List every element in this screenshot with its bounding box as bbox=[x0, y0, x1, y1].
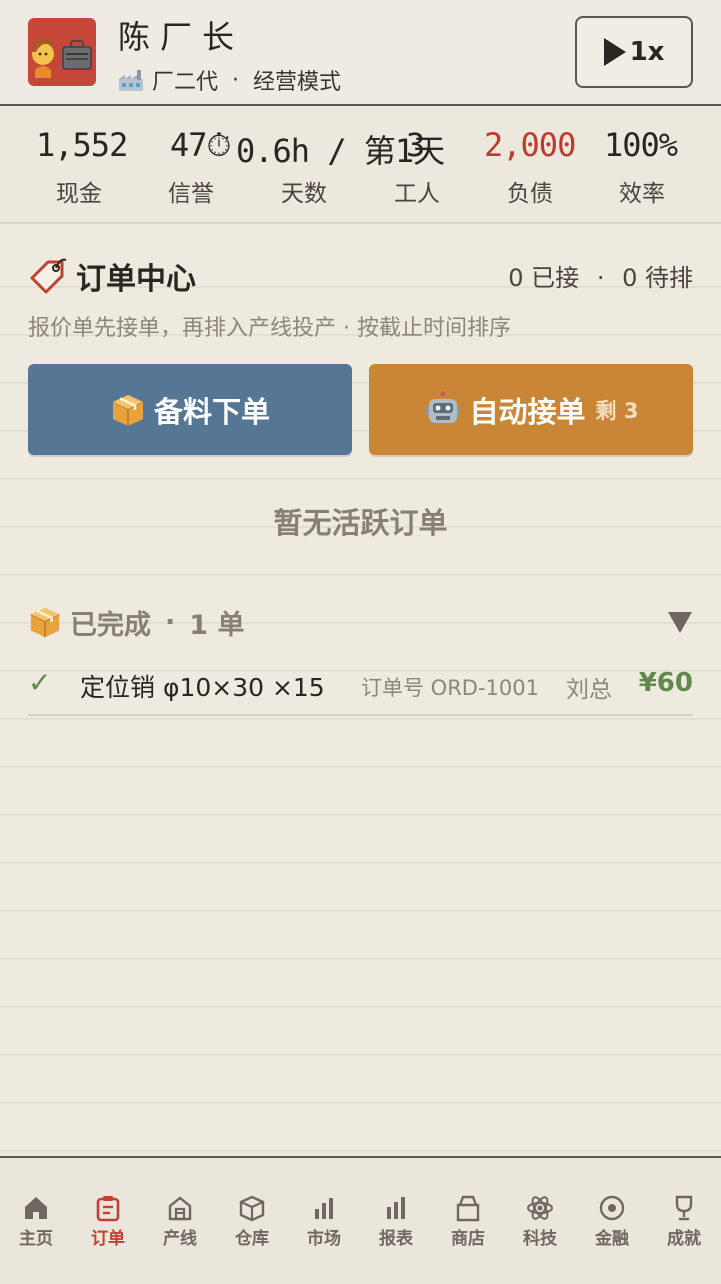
completed-count: 1 单 bbox=[189, 609, 245, 641]
tab-orders[interactable]: 订单 bbox=[72, 1194, 144, 1249]
bottom-tab-bar: 主页 订单 产线 仓库 市场 报表 商店 科技 金融 成就 bbox=[0, 1156, 721, 1284]
report-icon bbox=[387, 1197, 405, 1219]
auto-accept-label: 自动接单 bbox=[469, 394, 586, 429]
tab-label: 商店 bbox=[451, 1229, 485, 1249]
factory-icon bbox=[119, 70, 143, 91]
auto-accept-button[interactable]: 自动接单 剩 3 bbox=[369, 364, 693, 455]
clipboard-icon bbox=[96, 1196, 120, 1222]
stat-reputation-value: 47⏱ bbox=[170, 126, 231, 164]
tab-finance[interactable]: 金融 bbox=[576, 1194, 648, 1249]
tab-label: 仓库 bbox=[235, 1229, 269, 1249]
order-price: ¥60 bbox=[638, 668, 693, 698]
tab-label: 金融 bbox=[595, 1229, 629, 1249]
bag-icon bbox=[456, 1195, 480, 1222]
tab-market[interactable]: 市场 bbox=[288, 1194, 360, 1249]
atom-icon bbox=[527, 1196, 553, 1220]
check-icon: ✓ bbox=[28, 666, 52, 699]
separator-dot: · bbox=[596, 264, 605, 292]
robot-icon bbox=[425, 391, 460, 423]
stat-efficiency-value: 100% bbox=[604, 126, 678, 164]
tab-label: 报表 bbox=[379, 1229, 413, 1249]
completed-section-header[interactable]: 已完成 · 1 单 bbox=[28, 600, 244, 644]
collapse-triangle-icon[interactable] bbox=[668, 612, 692, 633]
stat-workers-label: 工人 bbox=[394, 181, 440, 207]
tab-shop[interactable]: 商店 bbox=[432, 1194, 504, 1249]
separator-dot: · bbox=[232, 67, 240, 93]
auto-accept-remaining: 剩 3 bbox=[595, 398, 639, 423]
speed-label: 1x bbox=[629, 37, 665, 67]
background-label: 厂二代 bbox=[152, 70, 219, 95]
top-header: 陈厂长 厂二代 · 经营模式 1x bbox=[0, 0, 721, 106]
stat-debt-label: 负债 bbox=[507, 181, 553, 207]
tab-label: 订单 bbox=[91, 1229, 125, 1249]
play-icon bbox=[603, 38, 626, 66]
package-icon bbox=[30, 607, 60, 638]
stats-bar: 1,552 47⏱ 0.6h / 第1天 3 2,000 100% 现金 信誉 … bbox=[0, 106, 721, 224]
tab-achievements[interactable]: 成就 bbox=[648, 1194, 720, 1249]
speed-toggle-button[interactable]: 1x bbox=[575, 16, 693, 88]
order-center-title: 订单中心 bbox=[76, 262, 196, 297]
stock-order-label: 备料下单 bbox=[153, 394, 270, 429]
tab-label: 市场 bbox=[307, 1229, 341, 1249]
separator-dot: · bbox=[165, 606, 176, 638]
stat-efficiency-label: 效率 bbox=[619, 181, 665, 207]
tab-warehouse[interactable]: 仓库 bbox=[216, 1194, 288, 1249]
order-center-description: 报价单先接单，再排入产线投产 · 按截止时间排序 bbox=[28, 316, 511, 341]
accepted-count: 0 已接 bbox=[508, 264, 580, 292]
tab-tech[interactable]: 科技 bbox=[504, 1194, 576, 1249]
tab-production-line[interactable]: 产线 bbox=[144, 1194, 216, 1249]
tab-reports[interactable]: 报表 bbox=[360, 1194, 432, 1249]
stat-day-label: 天数 bbox=[281, 181, 327, 207]
completed-label: 已完成 bbox=[70, 609, 151, 641]
tag-icon bbox=[30, 258, 67, 294]
avatar[interactable] bbox=[28, 18, 96, 86]
stat-cash-label: 现金 bbox=[56, 181, 102, 207]
package-icon bbox=[112, 394, 144, 426]
trophy-icon bbox=[675, 1195, 693, 1221]
stat-cash-value: 1,552 bbox=[36, 126, 128, 164]
stock-order-button[interactable]: 备料下单 bbox=[28, 364, 352, 455]
stat-reputation-label: 信誉 bbox=[168, 181, 214, 207]
bar-chart-icon bbox=[315, 1198, 333, 1219]
player-name: 陈厂长 bbox=[118, 18, 245, 56]
stat-workers-value: 3 bbox=[406, 126, 425, 164]
tab-label: 成就 bbox=[667, 1229, 701, 1249]
order-part-name: 定位销 φ10×30 ×15 bbox=[80, 673, 325, 702]
factory-icon bbox=[168, 1196, 192, 1221]
pending-count: 0 待排 bbox=[622, 264, 693, 292]
tab-label: 产线 bbox=[163, 1229, 197, 1249]
player-subline: 厂二代 · 经营模式 bbox=[118, 64, 341, 96]
coin-icon bbox=[599, 1195, 625, 1221]
tab-label: 主页 bbox=[19, 1229, 53, 1249]
stat-debt-value: 2,000 bbox=[484, 126, 576, 164]
empty-orders-message: 暂无活跃订单 bbox=[273, 506, 448, 540]
mode-label: 经营模式 bbox=[253, 70, 342, 95]
tab-label: 科技 bbox=[523, 1229, 557, 1249]
order-counts: 0 已接 · 0 待排 bbox=[508, 258, 693, 293]
box-icon bbox=[239, 1195, 265, 1222]
order-number: 订单号 ORD-1001 bbox=[361, 676, 539, 700]
order-customer: 刘总 bbox=[566, 677, 612, 703]
tab-home[interactable]: 主页 bbox=[0, 1194, 72, 1249]
completed-order-row[interactable]: ✓ 定位销 φ10×30 ×15 订单号 ORD-1001 刘总 ¥60 bbox=[28, 660, 693, 716]
home-icon bbox=[25, 1197, 47, 1219]
